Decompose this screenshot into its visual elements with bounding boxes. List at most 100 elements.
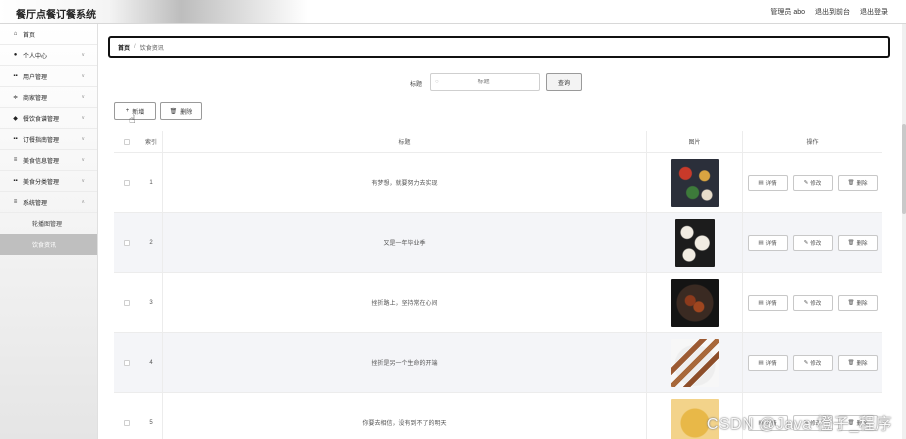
list-icon: ≡ [13,199,18,205]
breadcrumb-separator: / [134,44,136,50]
trash-icon: 🗑 [847,179,855,186]
sidebar-item-recipes[interactable]: ◆ 餐饮食谱管理 ∨ [0,108,97,129]
to-front-link[interactable]: 退出到前台 [815,7,850,17]
table-row: 1 有梦想，就要努力去实现 ▤ 详情 ✎ 修改 🗑 删除 [114,153,882,213]
sidebar-item-users[interactable]: ▪▪ 用户管理 ∨ [0,66,97,87]
sliders-icon: ≑ [12,94,19,101]
sidebar-item-label: 用户管理 [23,74,48,81]
header-title: 标题 [162,131,646,153]
pencil-icon: ✎ [803,299,809,306]
page-scrollbar[interactable] [902,24,906,439]
pencil-icon: ✎ [803,179,809,186]
sidebar-sub-news[interactable]: 饮食资讯 [0,234,97,255]
list-icon: ≡ [13,157,18,163]
sidebar-item-label: 餐饮食谱管理 [23,116,60,123]
table-row: 3 挫折路上，坚持常在心间 ▤ 详情 ✎ 修改 🗑 删除 [114,273,882,333]
sidebar-item-label: 美食分类管理 [23,179,60,186]
app-title: 餐厅点餐订餐系统 [16,10,96,21]
row-checkbox[interactable] [124,179,130,186]
hand-cursor-icon: ☝ [129,114,136,126]
sidebar-item-food-category[interactable]: ▪▪ 美食分类管理 ∨ [0,171,97,192]
table-row: 4 挫折是另一个生命的开端 ▤ 详情 ✎ 修改 🗑 删除 [114,333,882,393]
row-index: 5 [149,419,153,426]
row-title: 挫折路上，坚持常在心间 [162,273,646,332]
breadcrumb-home[interactable]: 首页 [118,43,130,52]
row-checkbox[interactable] [124,419,130,426]
watermark: CSDN @Java 橙子_程序 [706,416,892,433]
breadcrumb-current: 饮食资讯 [139,45,164,52]
scrollbar-thumb[interactable] [902,124,906,214]
pencil-icon: ✎ [803,359,809,366]
breadcrumb: 首页 / 饮食资讯 [108,36,890,58]
row-checkbox[interactable] [124,299,130,306]
sidebar-item-label: 个人中心 [23,53,48,60]
header-image: 图片 [646,131,742,153]
sidebar: ⌂ 首页 ● 个人中心 ∨ ▪▪ 用户管理 ∨ ≑ 商家管理 ∨ ◆ 餐饮食谱管… [0,24,98,439]
detail-button[interactable]: ▤ 详情 [747,174,788,191]
batch-delete-button[interactable]: 🗑 删除 [160,102,202,120]
row-title: 你要去相信，没有到不了的明天 [162,393,646,439]
edit-button[interactable]: ✎ 修改 [792,174,833,191]
edit-button[interactable]: ✎ 修改 [792,294,833,311]
pencil-icon: ✎ [803,239,809,246]
detail-button[interactable]: ▤ 详情 [747,234,788,251]
header-actions: 管理员 abo 退出到前台 退出登录 [770,7,888,17]
document-icon: ▤ [758,359,764,366]
detail-button[interactable]: ▤ 详情 [747,294,788,311]
chevron-down-icon: ∨ [81,157,85,163]
sidebar-item-merchants[interactable]: ≑ 商家管理 ∨ [0,87,97,108]
grid-icon: ▪▪ [13,73,18,79]
delete-button-label: 删除 [180,109,193,116]
food-image [670,278,719,327]
row-index: 1 [149,179,153,186]
admin-label: 管理员 abo [770,9,805,16]
sidebar-item-label: 系统管理 [23,200,48,207]
sidebar-item-guides[interactable]: ▪▪ 订餐指南管理 ∨ [0,129,97,150]
search-input[interactable] [438,79,529,85]
sidebar-item-food-info[interactable]: ≡ 美食信息管理 ∨ [0,150,97,171]
row-title: 挫折是另一个生命的开端 [162,333,646,392]
search-label: 标题 [410,82,423,88]
search-field[interactable]: ○ [430,73,540,91]
grid-icon: ▪▪ [13,178,18,184]
row-title: 又是一年毕业季 [162,213,646,272]
news-table: 索引 标题 图片 操作 1 有梦想，就要努力去实现 ▤ 详情 ✎ 修改 🗑 删除 2 … [114,131,882,439]
user-icon: ● [13,52,18,58]
sidebar-item-system[interactable]: ≡ 系统管理 ∧ [0,192,97,213]
delete-button[interactable]: 🗑 删除 [837,294,878,311]
document-icon: ▤ [758,299,764,306]
detail-button[interactable]: ▤ 详情 [747,354,788,371]
select-all-checkbox[interactable] [124,138,130,145]
chevron-down-icon: ∨ [81,52,85,58]
food-image [674,218,715,267]
row-checkbox[interactable] [124,239,130,246]
search-button[interactable]: 查询 [546,73,582,91]
row-title: 有梦想，就要努力去实现 [162,153,646,212]
row-index: 4 [149,359,153,366]
delete-button[interactable]: 🗑 删除 [837,174,878,191]
document-icon: ▤ [758,239,764,246]
sidebar-item-home[interactable]: ⌂ 首页 [0,24,97,45]
row-index: 3 [149,299,153,306]
sidebar-item-label: 订餐指南管理 [23,137,60,144]
food-image [670,338,719,387]
edit-button[interactable]: ✎ 修改 [792,354,833,371]
chevron-down-icon: ∨ [81,115,85,121]
delete-button[interactable]: 🗑 删除 [837,354,878,371]
delete-button[interactable]: 🗑 删除 [837,234,878,251]
table-row: 2 又是一年毕业季 ▤ 详情 ✎ 修改 🗑 删除 [114,213,882,273]
document-icon: ▤ [758,179,764,186]
chevron-down-icon: ∨ [81,73,85,79]
logout-link[interactable]: 退出登录 [860,7,888,17]
sidebar-item-label: 美食信息管理 [23,158,60,165]
grid-icon: ▪▪ [13,136,18,142]
sidebar-item-profile[interactable]: ● 个人中心 ∨ [0,45,97,66]
table-header: 索引 标题 图片 操作 [114,131,882,153]
chevron-up-icon: ∧ [81,199,85,205]
sidebar-sub-carousel[interactable]: 轮播图管理 [0,213,97,234]
edit-button[interactable]: ✎ 修改 [792,234,833,251]
home-icon: ⌂ [13,31,18,37]
chevron-down-icon: ∨ [81,94,85,100]
row-checkbox[interactable] [124,359,130,366]
sidebar-item-label: 首页 [23,32,36,39]
